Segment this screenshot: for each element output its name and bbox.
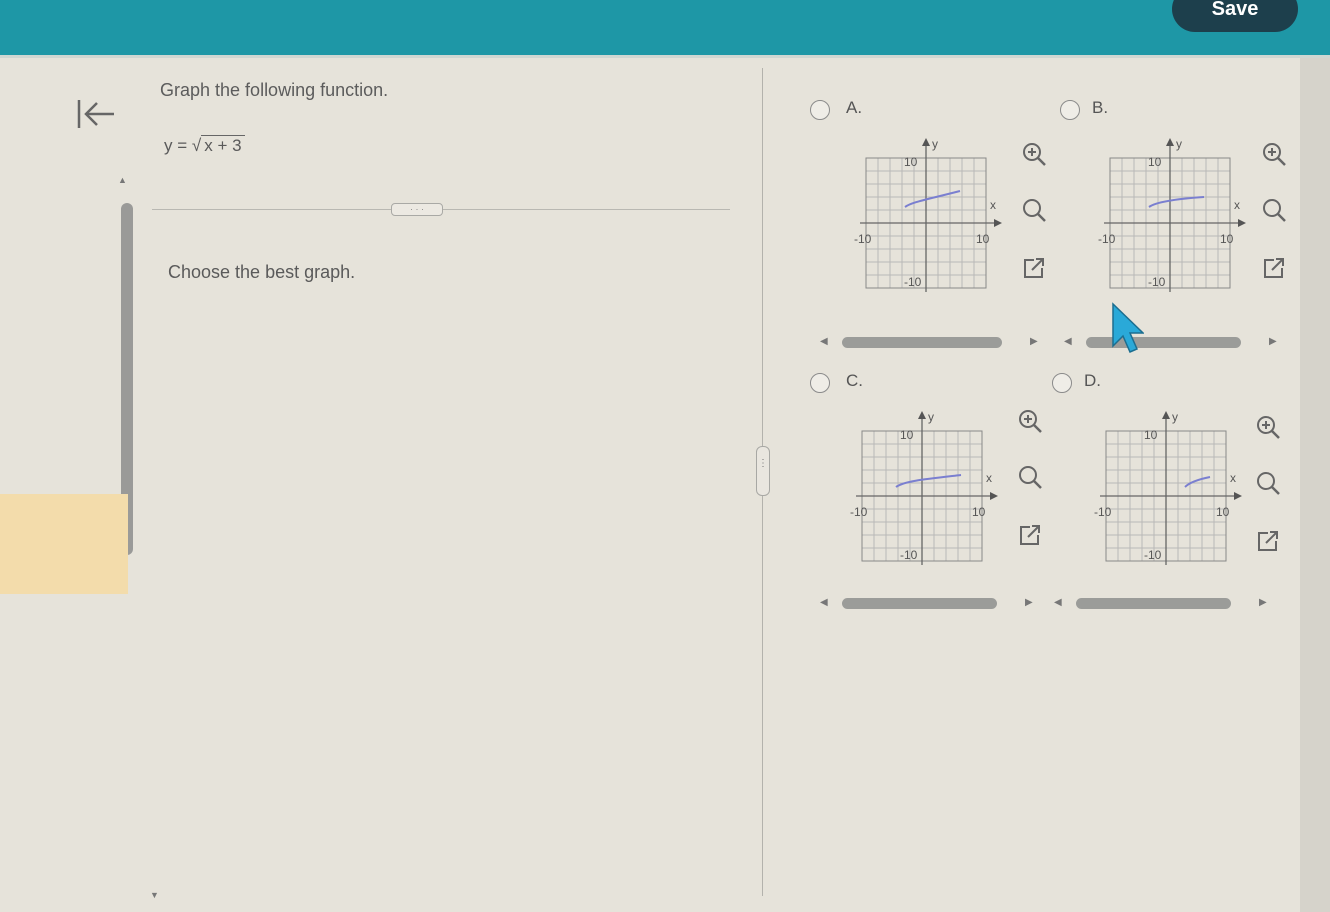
- scroll-right-arrow[interactable]: ▶: [1030, 336, 1038, 347]
- right-edge-panel: [1300, 58, 1330, 912]
- scroll-right-arrow[interactable]: ▶: [1025, 597, 1033, 608]
- x-max-label: 10: [972, 505, 986, 519]
- y-axis-label: y: [928, 410, 934, 424]
- y-max-label: 10: [904, 155, 918, 169]
- option-radio[interactable]: [810, 373, 830, 393]
- zoom-in-icon[interactable]: [1020, 140, 1048, 168]
- graph-horizontal-scrollbar[interactable]: ◀ ▶: [820, 597, 1035, 611]
- zoom-out-icon[interactable]: [1260, 196, 1288, 224]
- graph-horizontal-scrollbar[interactable]: ◀ ▶: [1054, 597, 1269, 611]
- zoom-in-icon[interactable]: [1016, 407, 1044, 435]
- zoom-out-icon[interactable]: [1254, 469, 1282, 497]
- graph-horizontal-scrollbar[interactable]: ◀ ▶: [820, 336, 1040, 350]
- equation-prefix: y =: [164, 136, 192, 155]
- sqrt-sign: √: [191, 136, 202, 155]
- popout-icon[interactable]: [1020, 254, 1048, 282]
- scroll-right-arrow[interactable]: ▶: [1259, 597, 1267, 608]
- scroll-left-arrow[interactable]: ◀: [1064, 336, 1072, 347]
- x-axis-label: x: [986, 471, 992, 485]
- option-radio[interactable]: [1060, 100, 1080, 120]
- zoom-out-icon[interactable]: [1020, 196, 1048, 224]
- graph-horizontal-scrollbar[interactable]: ◀ ▶: [1064, 336, 1279, 350]
- y-max-label: 10: [1144, 428, 1158, 442]
- y-min-label: -10: [904, 275, 922, 289]
- equation-radicand: x + 3: [201, 135, 245, 155]
- back-to-start-icon[interactable]: [76, 96, 118, 132]
- option-graph: y x 10 -10 -10 10: [1090, 407, 1250, 582]
- option-graph: y x 10 -10 -10 10: [846, 407, 1006, 582]
- y-min-label: -10: [1148, 275, 1166, 289]
- top-bar: Save: [0, 0, 1330, 58]
- scroll-up-arrow[interactable]: ▲: [118, 175, 127, 185]
- option-letter: D.: [1084, 371, 1101, 390]
- expand-button[interactable]: · · ·: [391, 203, 443, 216]
- x-max-label: 10: [976, 232, 990, 246]
- popout-icon[interactable]: [1016, 521, 1044, 549]
- question-prompt: Choose the best graph.: [168, 262, 356, 282]
- popout-icon[interactable]: [1254, 527, 1282, 555]
- mouse-pointer-icon: [1110, 302, 1145, 359]
- y-min-label: -10: [900, 548, 918, 562]
- pane-splitter-handle[interactable]: ⋮: [756, 446, 770, 496]
- scroll-down-arrow[interactable]: ▼: [150, 890, 159, 900]
- scroll-left-arrow[interactable]: ◀: [820, 336, 828, 347]
- y-axis-label: y: [1176, 137, 1182, 151]
- x-axis-label: x: [1234, 198, 1240, 212]
- y-axis-label: y: [1172, 410, 1178, 424]
- option-letter: C.: [846, 371, 863, 390]
- zoom-out-icon[interactable]: [1016, 463, 1044, 491]
- x-min-label: -10: [1098, 232, 1116, 246]
- option-letter: B.: [1092, 98, 1109, 117]
- scroll-left-arrow[interactable]: ◀: [820, 597, 828, 608]
- zoom-in-icon[interactable]: [1260, 140, 1288, 168]
- option-graph: y x 10 -10 -10 10: [850, 134, 1010, 309]
- scrollbar-thumb[interactable]: [842, 337, 1002, 348]
- x-axis-label: x: [1230, 471, 1236, 485]
- y-max-label: 10: [1148, 155, 1162, 169]
- x-min-label: -10: [1094, 505, 1112, 519]
- x-min-label: -10: [850, 505, 868, 519]
- x-min-label: -10: [854, 232, 872, 246]
- y-min-label: -10: [1144, 548, 1162, 562]
- scrollbar-thumb[interactable]: [842, 598, 997, 609]
- save-button[interactable]: Save: [1172, 0, 1298, 32]
- side-panel: [0, 494, 128, 594]
- option-letter: A.: [846, 98, 863, 117]
- y-max-label: 10: [900, 428, 914, 442]
- option-radio[interactable]: [1052, 373, 1072, 393]
- x-max-label: 10: [1216, 505, 1230, 519]
- question-instruction: Graph the following function.: [160, 80, 389, 100]
- option-graph: y x 10 -10 -10 10: [1094, 134, 1254, 309]
- zoom-in-icon[interactable]: [1254, 413, 1282, 441]
- function-equation: y = √ x + 3: [164, 135, 245, 156]
- popout-icon[interactable]: [1260, 254, 1288, 282]
- x-axis-label: x: [990, 198, 996, 212]
- scrollbar-thumb[interactable]: [1076, 598, 1231, 609]
- option-radio[interactable]: [810, 100, 830, 120]
- scroll-right-arrow[interactable]: ▶: [1269, 336, 1277, 347]
- scroll-left-arrow[interactable]: ◀: [1054, 597, 1062, 608]
- x-max-label: 10: [1220, 232, 1234, 246]
- y-axis-label: y: [932, 137, 938, 151]
